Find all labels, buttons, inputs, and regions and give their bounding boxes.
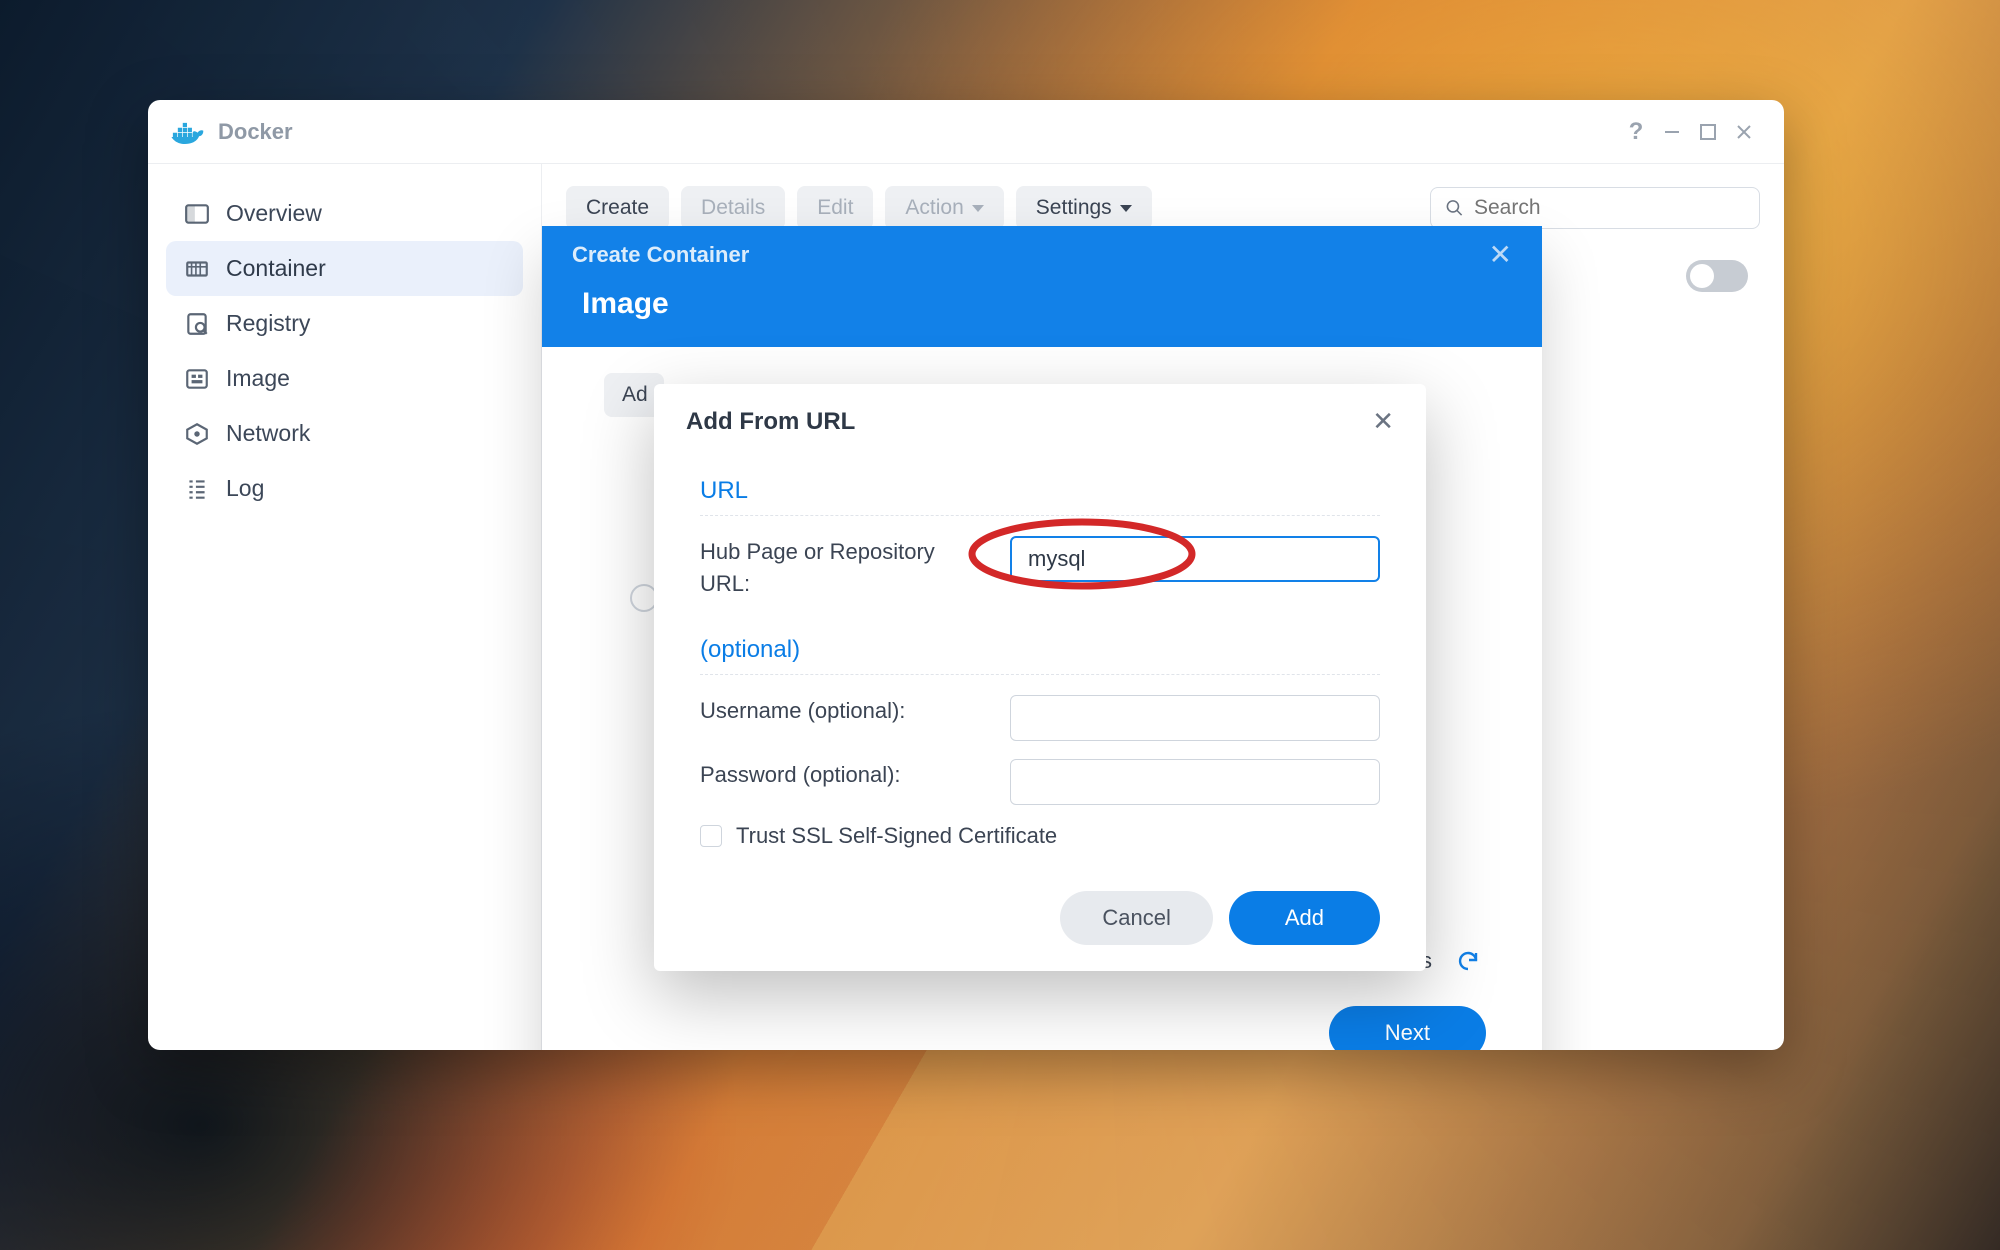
- create-button[interactable]: Create: [566, 186, 669, 230]
- content-area: Create Details Edit Action Settings Crea…: [542, 164, 1784, 1050]
- container-icon: [184, 256, 210, 282]
- trust-ssl-checkbox[interactable]: [700, 825, 722, 847]
- registry-icon: [184, 311, 210, 337]
- trust-ssl-label: Trust SSL Self-Signed Certificate: [736, 823, 1057, 849]
- cancel-button[interactable]: Cancel: [1060, 891, 1212, 945]
- sidebar-item-overview[interactable]: Overview: [166, 186, 523, 241]
- refresh-icon[interactable]: [1456, 949, 1480, 973]
- close-button[interactable]: [1726, 114, 1762, 150]
- username-label: Username (optional):: [700, 695, 990, 727]
- chevron-down-icon: [1120, 205, 1132, 212]
- create-container-modal: Create Container ✕ Image Ad 1 items: [542, 226, 1542, 1050]
- search-icon: [1445, 197, 1464, 219]
- settings-dropdown[interactable]: Settings: [1016, 186, 1152, 230]
- search-input[interactable]: [1474, 196, 1745, 220]
- action-dropdown[interactable]: Action: [885, 186, 1003, 230]
- password-label: Password (optional):: [700, 759, 990, 791]
- sidebar-item-network[interactable]: Network: [166, 406, 523, 461]
- running-toggle[interactable]: [1686, 260, 1748, 292]
- url-section-heading: URL: [700, 459, 1380, 516]
- docker-whale-icon: [170, 120, 204, 144]
- add-button[interactable]: Add: [1229, 891, 1380, 945]
- log-icon: [184, 476, 210, 502]
- sidebar-item-container[interactable]: Container: [166, 241, 523, 296]
- sidebar-item-log[interactable]: Log: [166, 461, 523, 516]
- add-from-url-dialog: Add From URL ✕ URL Hub Page or Repositor…: [654, 384, 1426, 971]
- app-title: Docker: [218, 119, 293, 145]
- url-dialog-title: Add From URL: [686, 408, 855, 436]
- url-field-label: Hub Page or Repository URL:: [700, 536, 990, 600]
- username-input[interactable]: [1010, 695, 1380, 741]
- sidebar-item-label: Overview: [226, 200, 322, 227]
- sidebar: Overview Container Registry Image Networ…: [148, 164, 542, 1050]
- create-modal-header: Create Container ✕ Image: [542, 226, 1542, 347]
- sidebar-item-label: Log: [226, 475, 264, 502]
- password-input[interactable]: [1010, 759, 1380, 805]
- dashboard-icon: [184, 201, 210, 227]
- network-icon: [184, 421, 210, 447]
- create-modal-close-icon[interactable]: ✕: [1489, 238, 1512, 271]
- maximize-button[interactable]: [1690, 114, 1726, 150]
- minimize-button[interactable]: [1654, 114, 1690, 150]
- edit-button[interactable]: Edit: [797, 186, 873, 230]
- chevron-down-icon: [972, 205, 984, 212]
- next-button[interactable]: Next: [1329, 1006, 1486, 1050]
- create-modal-section-title: Image: [542, 279, 1542, 347]
- sidebar-item-registry[interactable]: Registry: [166, 296, 523, 351]
- sidebar-item-image[interactable]: Image: [166, 351, 523, 406]
- help-button[interactable]: ?: [1618, 114, 1654, 150]
- search-box[interactable]: [1430, 187, 1760, 229]
- image-icon: [184, 366, 210, 392]
- docker-window: Docker ? Overview Container Registry Ima…: [148, 100, 1784, 1050]
- toolbar: Create Details Edit Action Settings: [566, 186, 1760, 230]
- sidebar-item-label: Container: [226, 255, 326, 282]
- sidebar-item-label: Registry: [226, 310, 310, 337]
- sidebar-item-label: Network: [226, 420, 310, 447]
- details-button[interactable]: Details: [681, 186, 785, 230]
- optional-section-heading: (optional): [700, 618, 1380, 675]
- create-modal-title: Create Container: [572, 242, 749, 268]
- sidebar-item-label: Image: [226, 365, 290, 392]
- titlebar: Docker ?: [148, 100, 1784, 164]
- url-dialog-close-icon[interactable]: ✕: [1372, 406, 1394, 437]
- url-input[interactable]: [1010, 536, 1380, 582]
